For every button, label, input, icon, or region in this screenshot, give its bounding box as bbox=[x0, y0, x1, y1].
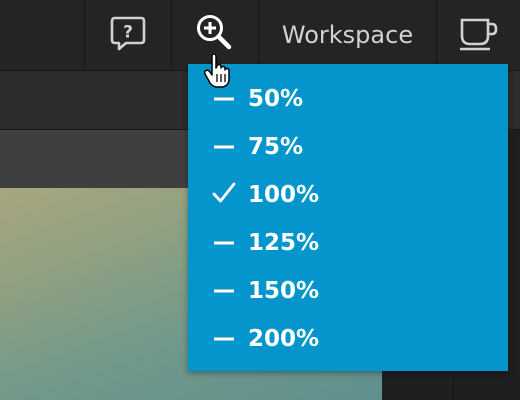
checkmark-icon bbox=[212, 182, 236, 208]
zoom-option-label: 150% bbox=[248, 278, 320, 304]
unselected-dash-icon bbox=[214, 289, 234, 293]
zoom-in-icon bbox=[193, 11, 237, 59]
coffee-button[interactable] bbox=[437, 0, 520, 70]
workspace-label: Workspace bbox=[281, 21, 414, 49]
zoom-option-label: 200% bbox=[248, 326, 320, 352]
unselected-dash-icon bbox=[214, 241, 234, 245]
zoom-option-label: 75% bbox=[248, 134, 304, 160]
unselected-dash-icon bbox=[214, 145, 234, 149]
help-button[interactable]: ? bbox=[85, 0, 171, 70]
zoom-option-150[interactable]: 150% bbox=[188, 267, 508, 315]
zoom-option-label: 125% bbox=[248, 230, 320, 256]
unselected-dash-icon bbox=[214, 97, 234, 101]
zoom-option-75[interactable]: 75% bbox=[188, 123, 508, 171]
zoom-option-label: 50% bbox=[248, 86, 304, 112]
zoom-option-100[interactable]: 100% bbox=[188, 171, 508, 219]
zoom-dropdown-menu: 50% 75% 100% 125% 150% 200% bbox=[188, 64, 508, 371]
unselected-dash-icon bbox=[214, 337, 234, 341]
help-question-icon: ? bbox=[108, 13, 148, 57]
workspace-button[interactable]: Workspace bbox=[259, 0, 436, 70]
zoom-option-50[interactable]: 50% bbox=[188, 75, 508, 123]
top-toolbar: ? Workspace bbox=[0, 0, 520, 71]
zoom-option-200[interactable]: 200% bbox=[188, 315, 508, 363]
zoom-option-125[interactable]: 125% bbox=[188, 219, 508, 267]
hand-pointer-cursor-icon bbox=[203, 53, 234, 94]
coffee-cup-icon bbox=[457, 13, 501, 57]
zoom-option-label: 100% bbox=[248, 182, 320, 208]
svg-text:?: ? bbox=[123, 23, 133, 43]
